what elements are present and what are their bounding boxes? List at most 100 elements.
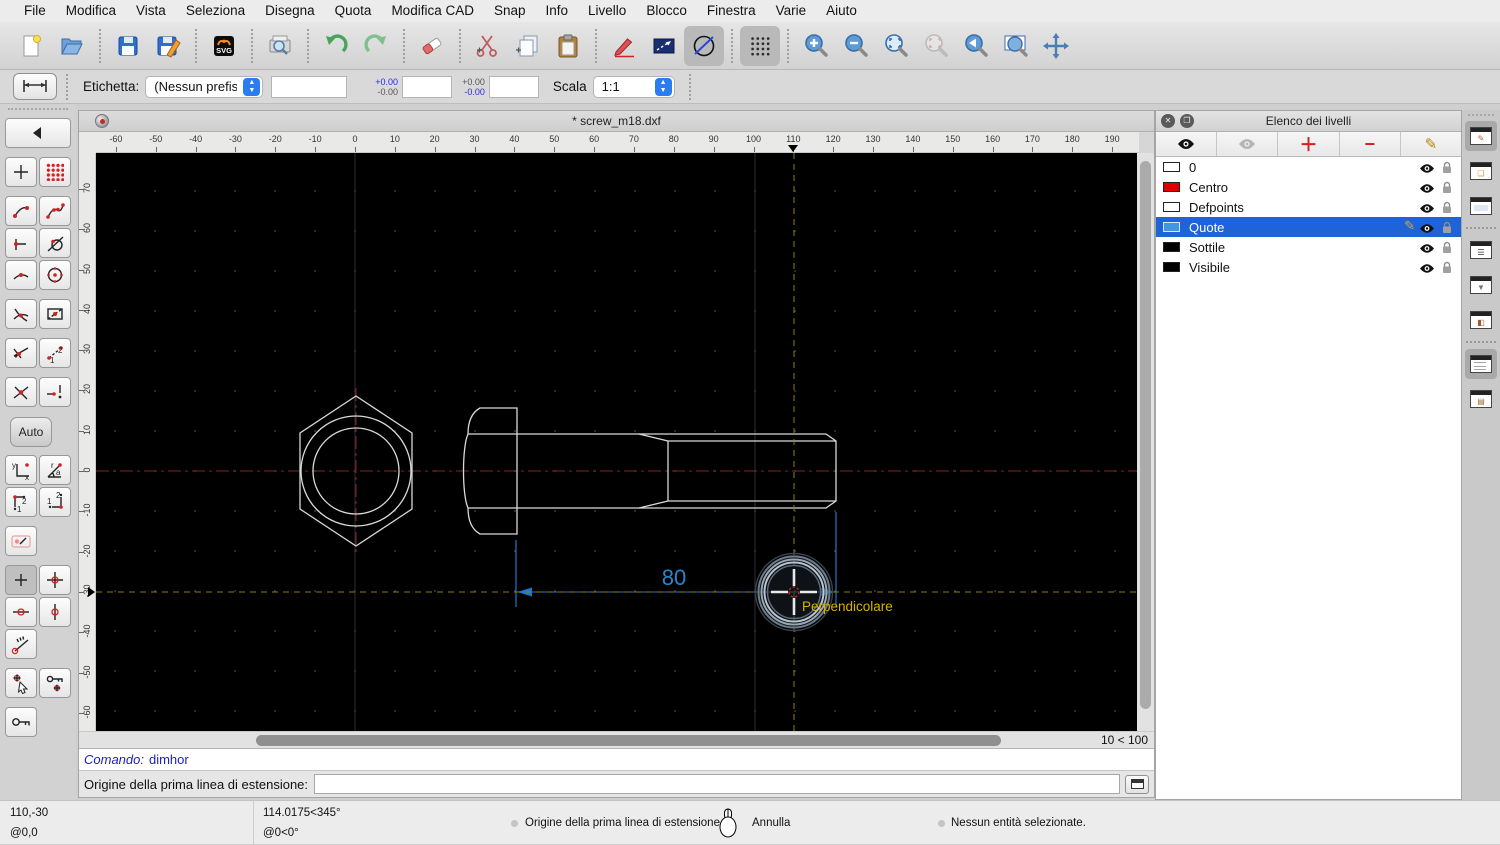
restrict-vertical-button[interactable] xyxy=(39,597,71,627)
snap-tangent-button[interactable] xyxy=(39,228,71,258)
label-prefix-select[interactable]: (Nessun prefiss ▲ ▼ xyxy=(145,75,264,98)
lock-button[interactable] xyxy=(5,707,37,737)
corner-relative1-button[interactable]: 12 xyxy=(5,487,37,517)
panel-close-button[interactable]: ✕ xyxy=(1161,114,1175,128)
set-relative-zero-button[interactable] xyxy=(5,668,37,698)
menu-item-varie[interactable]: Varie xyxy=(766,0,817,22)
open-file-button[interactable] xyxy=(52,26,92,66)
layer-row-centro[interactable]: Centro ✎ xyxy=(1156,177,1461,197)
snap-perpendicular-button[interactable] xyxy=(5,228,37,258)
restrict-horizontal-button[interactable] xyxy=(5,597,37,627)
layer-row-0[interactable]: 0 ✎ xyxy=(1156,157,1461,177)
zoom-window-button[interactable] xyxy=(996,26,1036,66)
menu-item-snap[interactable]: Snap xyxy=(484,0,536,22)
edit-layer-button[interactable]: ✎ xyxy=(1401,132,1461,156)
dimension-horizontal-tool-button[interactable] xyxy=(13,73,57,100)
layer-visibility-icon[interactable] xyxy=(1419,261,1435,279)
dock-property-editor-button[interactable]: ☰ xyxy=(1465,235,1497,265)
corner-relative2-button[interactable]: 12 xyxy=(39,487,71,517)
layer-row-sottile[interactable]: Sottile ✎ xyxy=(1156,237,1461,257)
drawing-window-titlebar[interactable]: * screw_m18.dxf xyxy=(79,111,1154,132)
lock-relative-zero-button[interactable] xyxy=(39,668,71,698)
snap-intersection-manual-button[interactable] xyxy=(5,338,37,368)
layer-row-quote[interactable]: Quote ✎ xyxy=(1156,217,1461,237)
dock-library-browser-button[interactable] xyxy=(1465,191,1497,221)
show-all-layers-button[interactable] xyxy=(1156,132,1218,156)
toolbar-drag-handle[interactable] xyxy=(8,108,68,114)
eraser-button[interactable] xyxy=(412,26,452,66)
dock-layer-list-button[interactable]: ✎ xyxy=(1465,121,1497,151)
back-button[interactable] xyxy=(5,118,71,148)
menu-item-vista[interactable]: Vista xyxy=(126,0,176,22)
hide-all-layers-button[interactable] xyxy=(1217,132,1279,156)
snap-grid-button[interactable] xyxy=(39,157,71,187)
undo-button[interactable] xyxy=(316,26,356,66)
menu-item-info[interactable]: Info xyxy=(536,0,579,22)
zoom-previous-button[interactable] xyxy=(956,26,996,66)
dock-views-panel-button[interactable]: ◧ xyxy=(1465,305,1497,335)
tolerance1-input[interactable] xyxy=(402,75,453,98)
draft-mode-toggle[interactable] xyxy=(684,25,724,66)
menu-item-seleziona[interactable]: Seleziona xyxy=(176,0,255,22)
panel-float-button[interactable]: ❐ xyxy=(1180,114,1194,128)
snap-restriction-button[interactable] xyxy=(39,377,71,407)
menu-item-blocco[interactable]: Blocco xyxy=(636,0,697,22)
draw-pencil-button[interactable] xyxy=(604,26,644,66)
snap-reference-button[interactable] xyxy=(39,299,71,329)
dock-selection-filter-button[interactable]: ▼ xyxy=(1465,270,1497,300)
dock-block-list-button[interactable]: ❏ xyxy=(1465,156,1497,186)
snap-nearest-button[interactable] xyxy=(5,260,37,290)
menu-item-file[interactable]: File xyxy=(14,0,56,22)
zoom-out-button[interactable] xyxy=(836,26,876,66)
zoom-in-button[interactable] xyxy=(796,26,836,66)
menu-item-aiuto[interactable]: Aiuto xyxy=(816,0,867,22)
coordinate-cartesian-button[interactable]: yx xyxy=(5,455,37,485)
svg-export-button[interactable]: SVG xyxy=(204,26,244,66)
zoom-selection-button[interactable] xyxy=(916,26,956,66)
layer-row-defpoints[interactable]: Defpoints ✎ xyxy=(1156,197,1461,217)
drawing-canvas[interactable]: 80 Perpendicolare xyxy=(96,153,1139,731)
menu-item-modifica[interactable]: Modifica xyxy=(56,0,126,22)
dock-command-line-button[interactable]: —— —— —— xyxy=(1465,349,1497,379)
restriction-info-button[interactable] xyxy=(5,526,37,556)
layer-lock-icon[interactable] xyxy=(1441,261,1453,279)
remove-layer-button[interactable]: − xyxy=(1340,132,1401,156)
snap-free-button[interactable] xyxy=(5,157,37,187)
horizontal-scrollbar[interactable] xyxy=(96,732,1096,749)
paste-button[interactable] xyxy=(548,26,588,66)
restrict-none-button[interactable] xyxy=(5,565,37,595)
menu-item-quota[interactable]: Quota xyxy=(325,0,382,22)
coordinate-polar-button[interactable]: ra xyxy=(39,455,71,485)
command-options-button[interactable] xyxy=(1125,774,1149,794)
grid-toggle[interactable] xyxy=(740,25,780,66)
snap-center-button[interactable] xyxy=(39,260,71,290)
menu-item-livello[interactable]: Livello xyxy=(578,0,636,22)
specify-point-button[interactable] xyxy=(644,26,684,66)
snap-auto-button[interactable]: Auto xyxy=(10,417,52,447)
redo-button[interactable] xyxy=(356,26,396,66)
vertical-scrollbar[interactable] xyxy=(1137,153,1154,731)
add-layer-button[interactable]: ＋ xyxy=(1278,132,1340,156)
save-button[interactable] xyxy=(108,26,148,66)
dock-clipboard-button[interactable]: ▤ xyxy=(1465,384,1497,414)
zoom-auto-button[interactable] xyxy=(876,26,916,66)
label-text-input[interactable] xyxy=(271,75,348,98)
snap-endpoints-button[interactable] xyxy=(5,196,37,226)
save-as-button[interactable] xyxy=(148,26,188,66)
pan-button[interactable] xyxy=(1036,26,1076,66)
tolerance2-input[interactable] xyxy=(488,75,539,98)
restrict-orthogonal-button[interactable] xyxy=(39,565,71,595)
toolbar-drag-handle[interactable] xyxy=(1468,114,1494,116)
copy-button[interactable] xyxy=(508,26,548,66)
cut-button[interactable] xyxy=(468,26,508,66)
menu-item-modifica-cad[interactable]: Modifica CAD xyxy=(381,0,484,22)
horizontal-scrollbar-thumb[interactable] xyxy=(256,735,1001,746)
snap-coordinate-button[interactable] xyxy=(5,377,37,407)
vertical-scrollbar-thumb[interactable] xyxy=(1140,161,1151,709)
scale-select[interactable]: 1:1 ▲ ▼ xyxy=(592,75,675,98)
command-input[interactable] xyxy=(314,774,1120,794)
new-file-button[interactable] xyxy=(12,26,52,66)
layer-row-visibile[interactable]: Visibile ✎ xyxy=(1156,257,1461,277)
snap-distance-button[interactable]: 12 xyxy=(39,338,71,368)
snap-intersection-button[interactable] xyxy=(5,299,37,329)
